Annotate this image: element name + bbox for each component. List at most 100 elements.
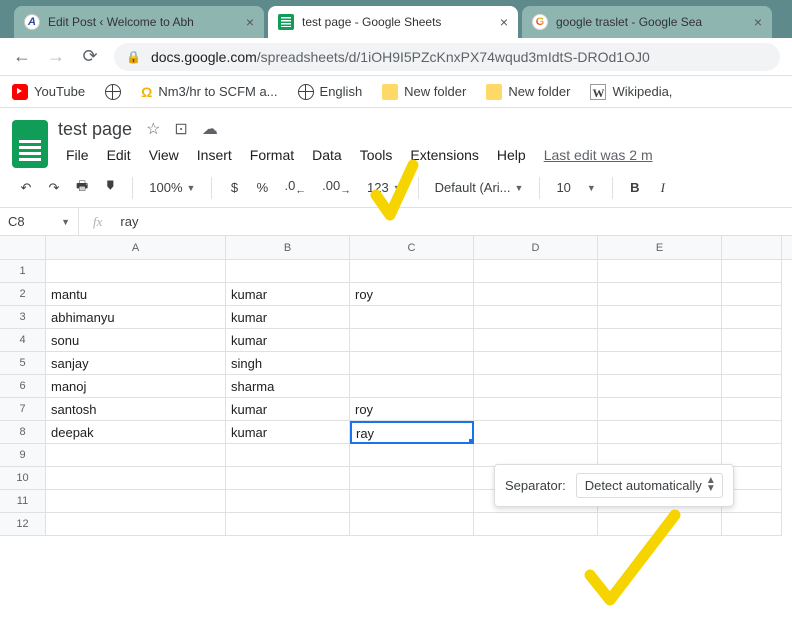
cell[interactable] bbox=[722, 329, 782, 352]
column-header[interactable]: A bbox=[46, 236, 226, 259]
row-header[interactable]: 12 bbox=[0, 513, 46, 536]
cell[interactable]: abhimanyu bbox=[46, 306, 226, 329]
font-dropdown[interactable]: Default (Ari...▼ bbox=[429, 176, 530, 199]
forward-button[interactable]: → bbox=[46, 46, 66, 67]
cell[interactable]: kumar bbox=[226, 306, 350, 329]
cell[interactable] bbox=[474, 306, 598, 329]
cell[interactable] bbox=[722, 375, 782, 398]
column-header[interactable] bbox=[722, 236, 782, 259]
row-header[interactable]: 7 bbox=[0, 398, 46, 421]
cell[interactable] bbox=[474, 398, 598, 421]
cell[interactable]: sonu bbox=[46, 329, 226, 352]
row-header[interactable]: 8 bbox=[0, 421, 46, 444]
cell[interactable]: sharma bbox=[226, 375, 350, 398]
cell[interactable]: roy bbox=[350, 398, 474, 421]
undo-button[interactable]: ↶ bbox=[14, 176, 38, 200]
row-header[interactable]: 9 bbox=[0, 444, 46, 467]
cell[interactable] bbox=[598, 306, 722, 329]
cell[interactable] bbox=[722, 260, 782, 283]
paint-format-button[interactable]: 🠷 bbox=[98, 173, 122, 203]
cell[interactable]: kumar bbox=[226, 283, 350, 306]
cell-selected[interactable]: ray bbox=[350, 421, 474, 444]
browser-tab[interactable]: A Edit Post ‹ Welcome to Abh × bbox=[14, 6, 264, 38]
cell[interactable] bbox=[598, 352, 722, 375]
bold-button[interactable]: B bbox=[623, 176, 647, 199]
menu-data[interactable]: Data bbox=[304, 144, 350, 166]
cell[interactable] bbox=[350, 375, 474, 398]
cell[interactable] bbox=[226, 490, 350, 513]
cell[interactable] bbox=[350, 260, 474, 283]
italic-button[interactable]: I bbox=[651, 176, 675, 200]
cell[interactable] bbox=[350, 352, 474, 375]
bookmark-folder[interactable]: New folder bbox=[486, 84, 570, 100]
row-header[interactable]: 10 bbox=[0, 467, 46, 490]
decrease-decimal-button[interactable]: .0← bbox=[278, 174, 312, 201]
cell[interactable] bbox=[474, 283, 598, 306]
bookmark-english[interactable]: English bbox=[298, 84, 363, 100]
column-header[interactable]: C bbox=[350, 236, 474, 259]
cell[interactable] bbox=[474, 352, 598, 375]
row-header[interactable]: 6 bbox=[0, 375, 46, 398]
cell[interactable] bbox=[350, 490, 474, 513]
menu-edit[interactable]: Edit bbox=[99, 144, 139, 166]
address-bar[interactable]: 🔒 docs.google.com/spreadsheets/d/1iOH9I5… bbox=[114, 43, 780, 71]
cell[interactable] bbox=[474, 260, 598, 283]
cell[interactable] bbox=[46, 260, 226, 283]
cell[interactable]: kumar bbox=[226, 329, 350, 352]
cell[interactable] bbox=[598, 260, 722, 283]
cell[interactable] bbox=[598, 421, 722, 444]
cell[interactable] bbox=[46, 467, 226, 490]
browser-tab-active[interactable]: test page - Google Sheets × bbox=[268, 6, 518, 38]
cloud-icon[interactable]: ☁ bbox=[202, 119, 218, 139]
cell[interactable] bbox=[722, 421, 782, 444]
cell[interactable] bbox=[598, 398, 722, 421]
cell[interactable]: manoj bbox=[46, 375, 226, 398]
cell[interactable]: kumar bbox=[226, 398, 350, 421]
cell[interactable] bbox=[722, 352, 782, 375]
cell[interactable] bbox=[474, 421, 598, 444]
font-size-dropdown[interactable]: 10▼ bbox=[550, 176, 601, 199]
menu-tools[interactable]: Tools bbox=[352, 144, 401, 166]
row-header[interactable]: 4 bbox=[0, 329, 46, 352]
move-icon[interactable]: ⊡ bbox=[174, 119, 187, 139]
increase-decimal-button[interactable]: .00→ bbox=[316, 174, 357, 201]
cell[interactable] bbox=[46, 513, 226, 536]
separator-dropdown[interactable]: Detect automatically ▲▼ bbox=[576, 473, 723, 498]
menu-file[interactable]: File bbox=[58, 144, 97, 166]
cell[interactable] bbox=[350, 444, 474, 467]
cell[interactable]: kumar bbox=[226, 421, 350, 444]
print-button[interactable]: 🖶 bbox=[70, 173, 94, 203]
close-icon[interactable]: × bbox=[754, 14, 762, 30]
redo-button[interactable]: ↷ bbox=[42, 176, 66, 200]
cell[interactable] bbox=[474, 375, 598, 398]
cell[interactable] bbox=[350, 329, 474, 352]
bookmark-nm3[interactable]: ΩNm3/hr to SCFM a... bbox=[141, 84, 277, 100]
star-icon[interactable]: ☆ bbox=[146, 119, 160, 139]
currency-button[interactable]: $ bbox=[222, 176, 246, 199]
bookmark-item[interactable] bbox=[105, 84, 121, 100]
row-header[interactable]: 3 bbox=[0, 306, 46, 329]
cell[interactable] bbox=[722, 283, 782, 306]
cell[interactable] bbox=[598, 283, 722, 306]
last-edit-link[interactable]: Last edit was 2 m bbox=[544, 147, 653, 163]
cell[interactable] bbox=[722, 306, 782, 329]
cell[interactable] bbox=[226, 467, 350, 490]
row-header[interactable]: 5 bbox=[0, 352, 46, 375]
cell[interactable] bbox=[598, 375, 722, 398]
number-format-dropdown[interactable]: 123▼ bbox=[361, 176, 408, 199]
cell[interactable] bbox=[226, 513, 350, 536]
cell[interactable] bbox=[226, 444, 350, 467]
row-header[interactable]: 11 bbox=[0, 490, 46, 513]
reload-button[interactable]: ⟳ bbox=[80, 46, 100, 67]
back-button[interactable]: ← bbox=[12, 46, 32, 67]
column-header[interactable]: D bbox=[474, 236, 598, 259]
cell[interactable]: santosh bbox=[46, 398, 226, 421]
menu-view[interactable]: View bbox=[141, 144, 187, 166]
formula-input[interactable]: ray bbox=[116, 214, 138, 229]
menu-format[interactable]: Format bbox=[242, 144, 302, 166]
cell[interactable]: mantu bbox=[46, 283, 226, 306]
document-title[interactable]: test page bbox=[58, 119, 132, 140]
name-box[interactable]: C8▼ bbox=[0, 208, 78, 235]
bookmark-folder[interactable]: New folder bbox=[382, 84, 466, 100]
sheets-logo[interactable] bbox=[12, 120, 48, 168]
